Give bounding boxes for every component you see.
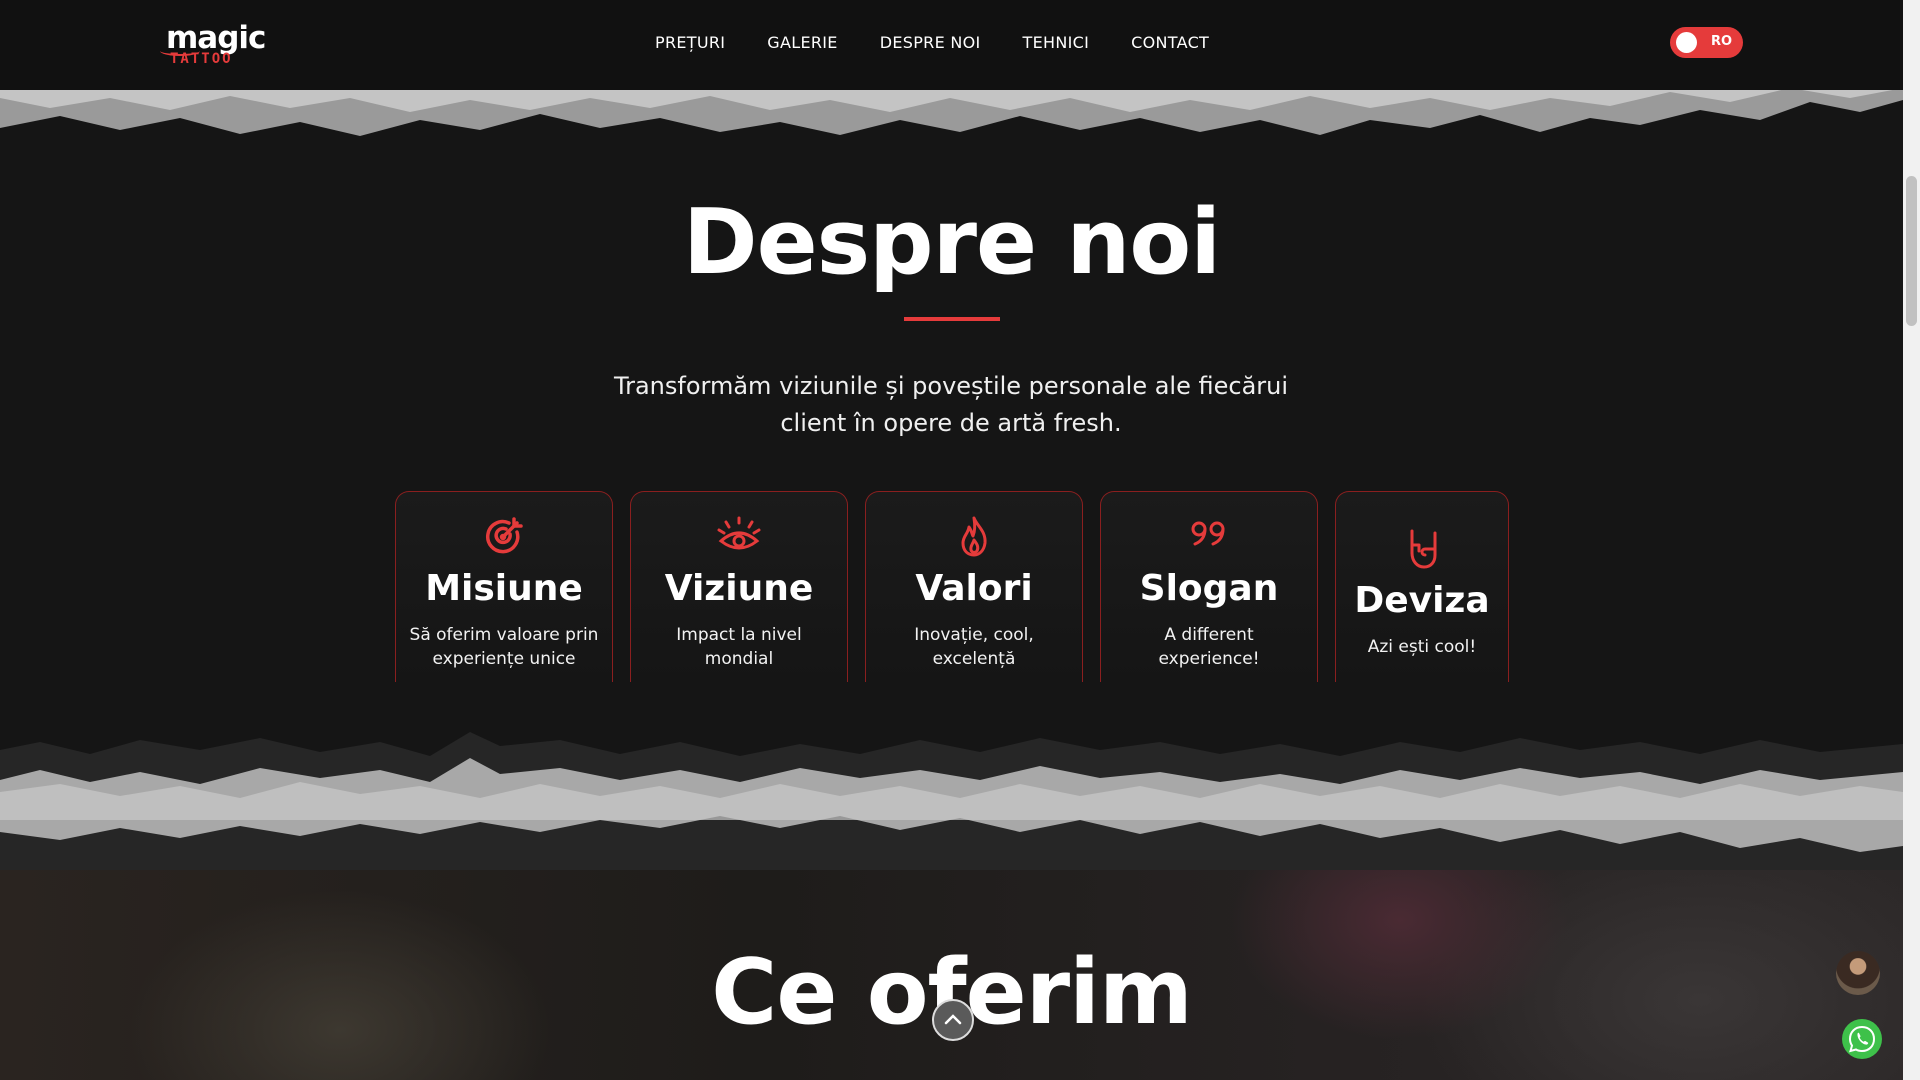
eye-icon [716,514,762,560]
scrollbar-track[interactable] [1903,0,1920,1080]
chevron-up-icon [944,1014,962,1025]
card-viziune: Viziune Impact la nivel mondial [630,491,848,682]
card-title: Valori [915,568,1033,609]
card-text: A different experience! [1158,625,1260,669]
nav-item-despre-noi[interactable]: DESPRE NOI [880,33,981,52]
toggle-knob [1676,32,1697,53]
card-text: Să oferim valoare prin experiențe unice [409,625,599,669]
card-misiune: Misiune Să oferim valoare prin experienț… [395,491,613,682]
rock-hand-icon [1399,525,1445,571]
about-subtitle: Transformăm viziunile și poveștile perso… [601,368,1301,442]
subtitle-line-1: Transformăm viziunile și poveștile perso… [613,372,1289,400]
card-text: Inovație, cool, excelență [914,625,1034,669]
nav-item-tehnici[interactable]: TEHNICI [1023,33,1090,52]
language-toggle[interactable]: RO [1670,27,1743,58]
title-underline [904,317,1000,321]
flame-icon [951,514,997,560]
logo[interactable]: magic TATTOO [160,20,266,70]
card-title: Slogan [1139,568,1279,609]
whatsapp-icon [1848,1025,1876,1053]
main-nav: PREȚURI GALERIE DESPRE NOI TEHNICI CONTA… [655,33,1251,52]
scroll-to-top-button[interactable] [932,999,974,1041]
nav-item-galerie[interactable]: GALERIE [767,33,837,52]
subtitle-line-2: client în opere de artă fresh. [780,409,1122,437]
card-slogan: Slogan A different experience! [1100,491,1318,682]
card-title: Misiune [425,568,583,609]
nav-item-contact[interactable]: CONTACT [1131,33,1209,52]
logo-word-tattoo: TATTOO [170,51,233,67]
language-label: RO [1711,34,1733,49]
card-valori: Valori Inovație, cool, excelență [865,491,1083,682]
target-icon [481,514,527,560]
card-deviza: Deviza Azi ești cool! [1335,491,1509,682]
card-title: Deviza [1354,580,1490,621]
quote-icon [1186,514,1232,560]
chat-avatar[interactable] [1836,951,1880,995]
card-text: Impact la nivel mondial [676,625,802,669]
about-title: Despre noi [682,190,1221,295]
nav-item-preturi[interactable]: PREȚURI [655,33,725,52]
card-title: Viziune [664,568,814,609]
scrollbar-thumb[interactable] [1906,176,1917,326]
card-text: Azi ești cool! [1367,637,1477,657]
torn-paper-divider [0,732,1903,870]
whatsapp-button[interactable] [1842,1019,1882,1059]
